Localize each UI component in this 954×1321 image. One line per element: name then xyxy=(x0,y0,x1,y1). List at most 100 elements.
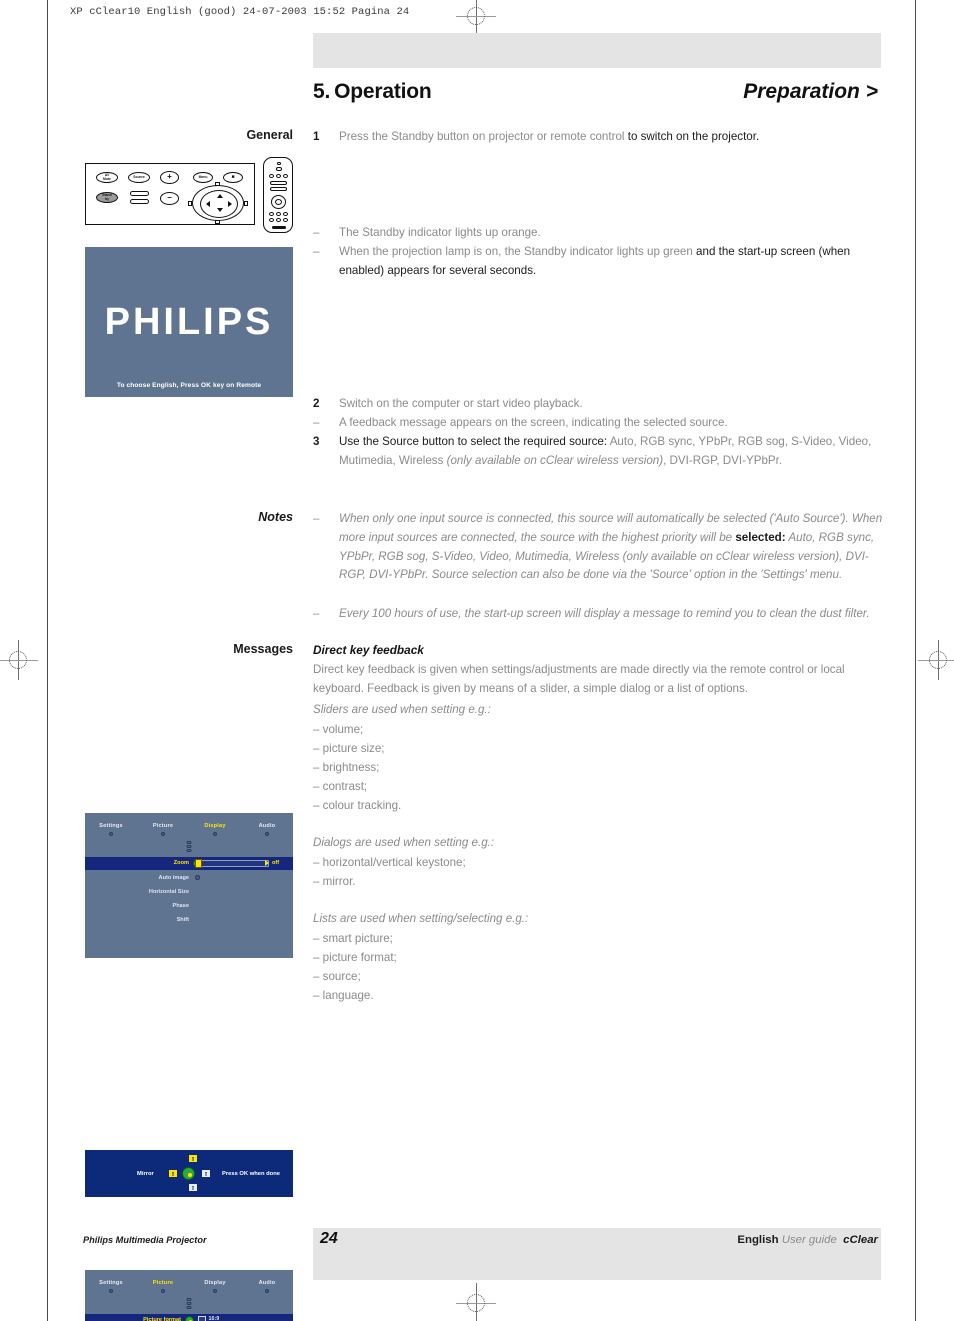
registration-mark-bottom xyxy=(456,1283,496,1321)
osd-tab-display[interactable]: Display xyxy=(189,1280,241,1293)
osd-picture-format-knob-icon xyxy=(185,1316,194,1321)
dialog-item-keystone: – horizontal/vertical keystone; xyxy=(313,856,466,869)
step-1-marker: 1 xyxy=(313,130,320,143)
section-breadcrumb: Preparation > xyxy=(743,80,878,103)
remote-button-h xyxy=(283,212,288,216)
remote-control-illustration xyxy=(263,157,293,233)
page-canvas: XP cClear10 English (good) 24-07-2003 15… xyxy=(0,0,954,1321)
keypad-dpad xyxy=(192,185,244,221)
note-1-bold: selected: xyxy=(735,530,786,544)
osd-tab-dot xyxy=(213,831,217,836)
mirror-icon-down: ▯ xyxy=(189,1184,197,1191)
step-3-text-grey2: , DVI-RGP, DVI-YPbPr. xyxy=(663,453,783,467)
splash-tagline: To choose English, Press OK key on Remot… xyxy=(116,382,262,389)
osd-tab-settings[interactable]: Settings xyxy=(85,1280,137,1293)
list-item-smart-picture: – smart picture; xyxy=(313,932,393,945)
keypad-button-av-mute: AV Mute xyxy=(96,172,118,183)
osd-item-dot xyxy=(195,875,200,880)
footer-guide-label: User guide xyxy=(781,1234,837,1246)
registration-mark-left xyxy=(0,640,38,680)
osd-tab-label: Settings xyxy=(99,1280,123,1286)
remote-button-k xyxy=(283,218,288,222)
step-2-marker: 2 xyxy=(313,397,320,410)
remote-ir-led-icon xyxy=(277,162,281,165)
dpad-arrow-right-icon xyxy=(228,201,232,207)
step-2-text: Switch on the computer or start video pl… xyxy=(339,397,583,410)
registration-mark-top xyxy=(456,0,496,36)
osd-item-shift[interactable]: Shift xyxy=(85,917,189,923)
dpad-marker-bottom xyxy=(215,220,220,224)
osd-item-horizontal-size[interactable]: Horizontal Size xyxy=(85,889,189,895)
page-title: 5. Operation xyxy=(313,80,432,104)
footer-language: English xyxy=(737,1234,779,1246)
keypad-button-stop: ■ xyxy=(223,172,243,183)
osd-format-option-16-9[interactable]: 16:9 xyxy=(198,1316,219,1321)
remote-button-d xyxy=(270,181,287,185)
step-2-row: 2 Switch on the computer or start video … xyxy=(313,395,883,414)
step-1-text: Press the Standby button on projector or… xyxy=(339,128,759,147)
dialogs-intro: Dialogs are used when setting e.g.: xyxy=(313,836,495,849)
osd-tab-settings[interactable]: Settings xyxy=(85,823,137,836)
bullet-marker: – xyxy=(313,416,320,429)
dpad-arrow-down-icon xyxy=(217,208,223,212)
step-3-text-italic: (only available on cClear wireless versi… xyxy=(446,453,664,467)
osd-tab-dot xyxy=(265,831,269,836)
osd-item-zoom[interactable]: Zoom xyxy=(85,860,189,866)
osd-display-tabs: Settings Picture Display Audio xyxy=(85,823,293,836)
footer-guide-info: English User guide cClear xyxy=(737,1234,878,1246)
osd-zoom-slider-handle[interactable] xyxy=(195,859,202,868)
osd-tab-dot xyxy=(265,1288,269,1293)
list-item-picture-format: – picture format; xyxy=(313,951,397,964)
osd-tab-label: Audio xyxy=(258,1280,276,1286)
chapter-title-text: Operation xyxy=(334,80,432,103)
osd-tab-label: Display xyxy=(204,823,226,829)
keypad-button-menu: Menu xyxy=(193,172,213,183)
step-3-text-dark: Use the Source button to select the requ… xyxy=(339,435,610,448)
osd-item-picture-format[interactable]: Picture format xyxy=(85,1317,181,1321)
bullet-lamp-on: – When the projection lamp is on, the St… xyxy=(313,243,885,281)
bullet-marker: – xyxy=(313,226,320,239)
note-1-row: – When only one input source is connecte… xyxy=(313,510,885,585)
osd-tab-label: Settings xyxy=(99,823,123,829)
remote-bottom-bar xyxy=(272,226,286,229)
keypad-button-standby: Stand by xyxy=(96,192,118,203)
note-marker: – xyxy=(313,512,320,525)
osd-tab-label: Picture xyxy=(152,1280,174,1286)
osd-slider-caret-icon xyxy=(265,860,269,866)
osd-tab-picture[interactable]: Picture xyxy=(137,823,189,836)
osd-tab-audio[interactable]: Audio xyxy=(241,823,293,836)
remote-button-a xyxy=(269,174,274,178)
trim-mark-left-vertical xyxy=(47,0,49,1321)
osd-tab-display[interactable]: Display xyxy=(189,823,241,836)
osd-tab-picture[interactable]: Picture xyxy=(137,1280,189,1293)
osd-tab-dot xyxy=(161,1288,165,1293)
footer-page-number: 24 xyxy=(320,1230,338,1247)
direct-key-feedback-heading: Direct key feedback xyxy=(313,643,424,657)
remote-button-b xyxy=(276,174,281,178)
remote-dpad-center xyxy=(275,199,282,205)
osd-tab-audio[interactable]: Audio xyxy=(241,1280,293,1293)
osd-tab-dot xyxy=(161,831,165,836)
registration-mark-right xyxy=(918,640,954,680)
margin-label-general: General xyxy=(246,128,293,142)
sliders-intro: Sliders are used when setting e.g.: xyxy=(313,703,491,716)
slider-item-picture-size: – picture size; xyxy=(313,742,385,755)
startup-splash-screen-figure: PHILIPS To choose English, Press OK key … xyxy=(85,247,293,397)
mirror-icon-left: ▯ xyxy=(169,1170,177,1177)
remote-button-top xyxy=(276,167,282,171)
keypad-button-minus: − xyxy=(160,192,179,205)
mirror-navigation-ring-icon[interactable] xyxy=(182,1167,195,1180)
osd-tab-dot xyxy=(109,1288,113,1293)
footer-product-model: cClear xyxy=(843,1234,878,1246)
format-label: 16:9 xyxy=(208,1316,220,1321)
note-1-text: When only one input source is connected,… xyxy=(339,510,885,585)
osd-item-phase[interactable]: Phase xyxy=(85,903,189,909)
osd-zoom-slider[interactable] xyxy=(197,860,269,867)
osd-item-auto-image[interactable]: Auto image xyxy=(85,875,189,881)
trim-mark-right-vertical xyxy=(915,0,917,1321)
mirror-dialog-hint: Press OK when done xyxy=(222,1171,280,1177)
bullet-marker: – xyxy=(313,245,320,258)
remote-button-c xyxy=(283,174,288,178)
osd-display-menu-figure: Settings Picture Display Audio Zoom off … xyxy=(85,813,293,958)
dpad-marker-right xyxy=(244,201,248,206)
